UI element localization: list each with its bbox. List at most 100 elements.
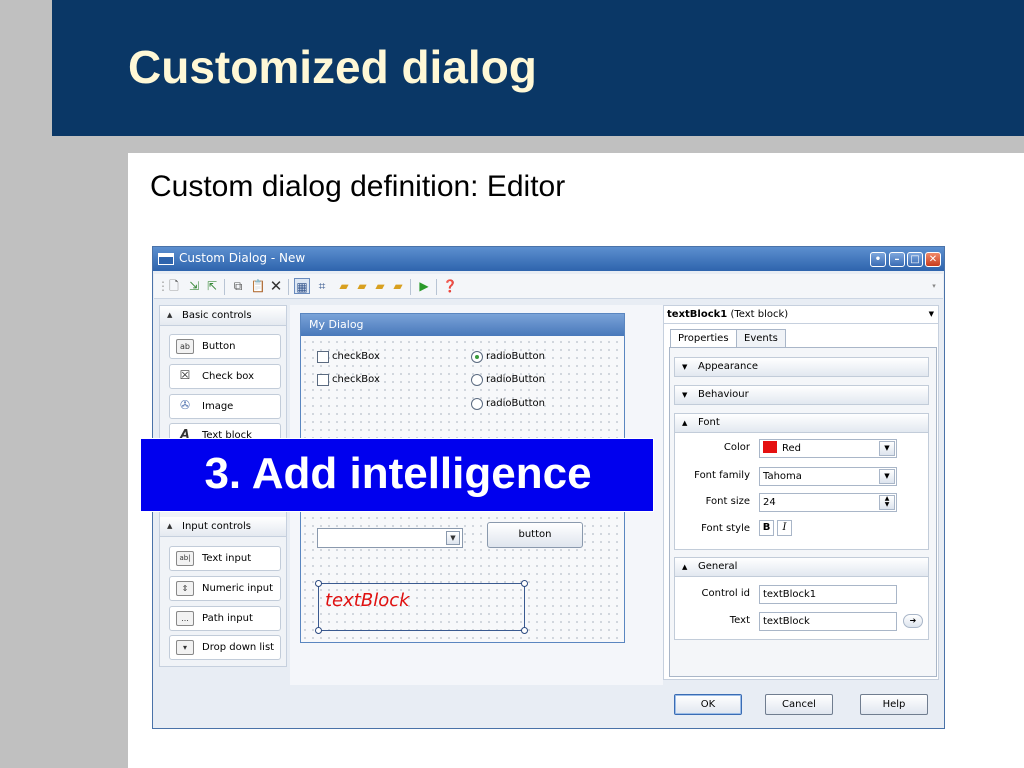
paste-icon[interactable]: 📋 (250, 278, 266, 294)
section-appearance[interactable]: ▼ Appearance (674, 357, 929, 377)
spin-icon[interactable]: ▲ ▼ (879, 495, 895, 510)
toolbar-separator (436, 279, 437, 295)
object-type: (Text block) (730, 309, 789, 320)
radio-button-2-label: radioButton (486, 374, 545, 385)
help-button[interactable]: Help (860, 694, 928, 715)
radio-button-1-label: radioButton (486, 351, 545, 362)
grid-icon[interactable]: ▦ (294, 278, 310, 294)
chevron-down-icon: ▼ (879, 441, 895, 456)
radio-button-3[interactable] (471, 398, 483, 410)
color-swatch (763, 441, 777, 453)
font-family-value: Tahoma (763, 471, 802, 482)
bring-to-front-icon[interactable]: ▰ (372, 278, 388, 294)
palette-item-label: Image (202, 401, 234, 412)
maximize-icon[interactable]: □ (907, 252, 923, 267)
palette-item-label: Button (202, 341, 236, 352)
radio-button-1[interactable] (471, 351, 483, 363)
font-family-select[interactable]: Tahoma ▼ (759, 467, 897, 486)
bold-toggle[interactable]: B (759, 520, 774, 536)
palette-item-label: Numeric input (202, 583, 274, 594)
copy-icon[interactable]: ⧉ (230, 278, 246, 294)
font-style-label: Font style (701, 523, 750, 534)
object-selector[interactable]: textBlock1 (Text block) ▼ (664, 306, 938, 324)
palette-item-drop-down-list[interactable]: ▾ Drop down list (169, 635, 281, 660)
general-section-body: Control id textBlock1 Text textBlock ➔ (674, 577, 929, 640)
checkbox-2-label: checkBox (332, 374, 380, 385)
callout-banner: 3. Add intelligence (140, 438, 654, 512)
palette-item-label: Drop down list (202, 642, 275, 653)
group-header-input-controls[interactable]: ▲ Input controls (160, 517, 286, 537)
cancel-button[interactable]: Cancel (765, 694, 833, 715)
properties-panel: textBlock1 (Text block) ▼ Properties Eve… (663, 305, 939, 680)
color-value: Red (782, 443, 801, 454)
radio-button-3-label: radioButton (486, 398, 545, 409)
section-general[interactable]: ▲ General (674, 557, 929, 577)
import-icon[interactable]: ⇲ (186, 278, 202, 294)
palette-item-text-input[interactable]: ab| Text input (169, 546, 281, 571)
palette-item-image[interactable]: ✇ Image (169, 394, 281, 419)
tab-events[interactable]: Events (736, 329, 786, 347)
resize-handle[interactable] (521, 627, 528, 634)
control-id-input[interactable]: textBlock1 (759, 585, 897, 604)
send-to-back-icon[interactable]: ▰ (390, 278, 406, 294)
new-document-icon[interactable]: 🗋 (166, 278, 182, 294)
checkbox-1-label: checkBox (332, 351, 380, 362)
minimize-icon[interactable]: – (889, 252, 905, 267)
help-icon[interactable]: ❓ (442, 278, 458, 294)
properties-tab-body: ▼ Appearance ▼ Behaviour ▲ Font Color Re… (669, 347, 937, 677)
checkbox-1[interactable] (317, 351, 329, 363)
chevron-down-icon: ▼ (928, 310, 934, 318)
palette-item-path-input[interactable]: ... Path input (169, 606, 281, 631)
delete-icon[interactable]: ✕ (268, 278, 284, 294)
color-select[interactable]: Red ▼ (759, 439, 897, 458)
run-icon[interactable]: ▶ (416, 278, 432, 294)
resize-handle[interactable] (315, 627, 322, 634)
control-id-label: Control id (701, 588, 750, 599)
close-icon[interactable]: ✕ (925, 252, 941, 267)
arrow-right-icon[interactable]: ➔ (903, 614, 923, 628)
text-input-icon: ab| (176, 551, 194, 566)
window-title: Custom Dialog - New (179, 251, 306, 265)
export-icon[interactable]: ⇱ (204, 278, 220, 294)
textblock-control[interactable]: textBlock (315, 580, 528, 634)
palette-item-label: Check box (202, 371, 255, 382)
radio-button-2[interactable] (471, 374, 483, 386)
toolbar-separator (224, 279, 225, 295)
help-icon[interactable]: • (870, 252, 886, 267)
checkbox-2[interactable] (317, 374, 329, 386)
expand-arrow-icon: ▼ (682, 391, 688, 399)
tab-properties[interactable]: Properties (670, 329, 737, 348)
window-titlebar[interactable]: Custom Dialog - New • – □ ✕ (153, 247, 944, 271)
group-header-label: Basic controls (182, 310, 252, 321)
font-size-stepper[interactable]: 24 ▲ ▼ (759, 493, 897, 512)
palette-item-label: Path input (202, 613, 253, 624)
button-control[interactable]: button (487, 522, 583, 548)
resize-handle[interactable] (521, 580, 528, 587)
palette-item-check-box[interactable]: ☒ Check box (169, 364, 281, 389)
textblock-text: textBlock (325, 590, 410, 611)
button-icon: ab (176, 339, 194, 354)
path-input-icon: ... (176, 611, 194, 626)
toolbar-separator (288, 279, 289, 295)
expand-arrow-icon: ▼ (682, 363, 688, 371)
resize-handle[interactable] (315, 580, 322, 587)
dropdown-control[interactable]: ▼ (317, 528, 463, 548)
bring-forward-icon[interactable]: ▰ (336, 278, 352, 294)
window-icon (158, 253, 174, 265)
section-behaviour[interactable]: ▼ Behaviour (674, 385, 929, 405)
editor-toolbar: ⋮ 🗋 ⇲ ⇱ ⧉ 📋 ✕ ▦ ⌗ ▰ ▰ ▰ ▰ ▶ ❓ ▾ (154, 274, 943, 299)
align-icon[interactable]: ⌗ (314, 278, 330, 294)
send-backward-icon[interactable]: ▰ (354, 278, 370, 294)
chevron-down-icon: ▼ (446, 531, 460, 545)
collapse-arrow-icon: ▲ (682, 563, 688, 571)
group-header-basic-controls[interactable]: ▲ Basic controls (160, 306, 286, 326)
toolbar-overflow-icon[interactable]: ▾ (926, 278, 942, 294)
palette-item-button[interactable]: ab Button (169, 334, 281, 359)
section-font[interactable]: ▲ Font (674, 413, 929, 433)
text-input[interactable]: textBlock (759, 612, 897, 631)
palette-item-numeric-input[interactable]: ⇕ Numeric input (169, 576, 281, 601)
ok-button[interactable]: OK (674, 694, 742, 715)
image-icon: ✇ (179, 398, 191, 412)
section-label: Behaviour (698, 389, 749, 400)
italic-toggle[interactable]: I (777, 520, 792, 536)
